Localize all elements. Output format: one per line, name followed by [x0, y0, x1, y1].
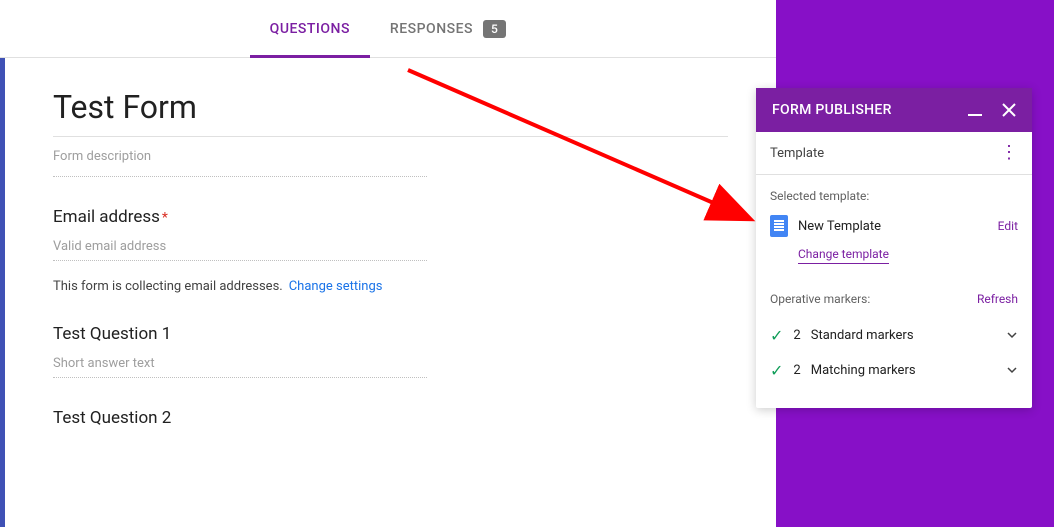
addon-header: FORM PUBLISHER	[756, 88, 1032, 132]
markers-section: Operative markers: Refresh ✓ 2 Standard …	[770, 292, 1018, 388]
collecting-text: This form is collecting email addresses.	[53, 279, 283, 294]
google-doc-icon	[770, 215, 788, 237]
chevron-down-icon	[1006, 326, 1018, 345]
email-question: Email address* Valid email address This …	[53, 207, 728, 294]
minimize-icon[interactable]	[968, 103, 982, 117]
tab-questions[interactable]: QUESTIONS	[250, 0, 370, 58]
matching-markers-left: ✓ 2 Matching markers	[770, 361, 916, 380]
form-title[interactable]: Test Form	[53, 88, 728, 137]
tabs-bar: QUESTIONS RESPONSES 5	[0, 0, 776, 58]
chevron-down-icon	[1006, 361, 1018, 380]
refresh-link[interactable]: Refresh	[977, 292, 1018, 306]
addon-content: Selected template: New Template Edit Cha…	[756, 175, 1032, 408]
standard-markers-left: ✓ 2 Standard markers	[770, 326, 914, 345]
addon-subheader: Template ⋮	[756, 132, 1032, 175]
question-1: Test Question 1 Short answer text	[53, 324, 728, 378]
form-body: Test Form Form description Email address…	[0, 58, 776, 527]
subheader-label: Template	[770, 146, 824, 161]
kebab-menu-icon[interactable]: ⋮	[1000, 144, 1018, 162]
selected-template-label: Selected template:	[770, 189, 1018, 203]
markers-header: Operative markers: Refresh	[770, 292, 1018, 306]
question-2-title[interactable]: Test Question 2	[53, 408, 728, 428]
check-icon: ✓	[770, 326, 783, 345]
template-name: New Template	[798, 219, 881, 234]
responses-count-badge: 5	[483, 20, 506, 38]
form-publisher-panel: FORM PUBLISHER Template ⋮ Selected templ…	[756, 88, 1032, 408]
email-collection-notice: This form is collecting email addresses.…	[53, 279, 728, 294]
template-row: New Template Edit	[770, 215, 1018, 237]
question-1-title[interactable]: Test Question 1	[53, 324, 728, 344]
matching-marker-count: 2	[793, 363, 800, 378]
addon-title: FORM PUBLISHER	[772, 102, 892, 118]
change-template-link[interactable]: Change template	[798, 247, 889, 264]
matching-markers-row[interactable]: ✓ 2 Matching markers	[770, 353, 1018, 388]
email-label: Email address*	[53, 207, 728, 227]
form-editor: QUESTIONS RESPONSES 5 Test Form Form des…	[0, 0, 776, 527]
change-settings-link[interactable]: Change settings	[289, 279, 383, 294]
email-input[interactable]: Valid email address	[53, 239, 427, 261]
required-star-icon: *	[162, 210, 168, 226]
tab-responses-label: RESPONSES	[390, 21, 473, 37]
matching-marker-label: Matching markers	[811, 363, 916, 378]
form-description[interactable]: Form description	[53, 149, 427, 177]
question-1-input[interactable]: Short answer text	[53, 356, 427, 378]
check-icon: ✓	[770, 361, 783, 380]
standard-marker-label: Standard markers	[811, 328, 914, 343]
standard-marker-count: 2	[793, 328, 800, 343]
edit-template-link[interactable]: Edit	[998, 219, 1018, 233]
standard-markers-row[interactable]: ✓ 2 Standard markers	[770, 318, 1018, 353]
operative-markers-label: Operative markers:	[770, 292, 870, 306]
tab-responses[interactable]: RESPONSES 5	[370, 0, 526, 58]
template-info: New Template	[770, 215, 881, 237]
email-label-text: Email address	[53, 207, 160, 227]
close-icon[interactable]	[1002, 103, 1016, 117]
addon-header-actions	[968, 103, 1016, 117]
question-2: Test Question 2	[53, 408, 728, 428]
